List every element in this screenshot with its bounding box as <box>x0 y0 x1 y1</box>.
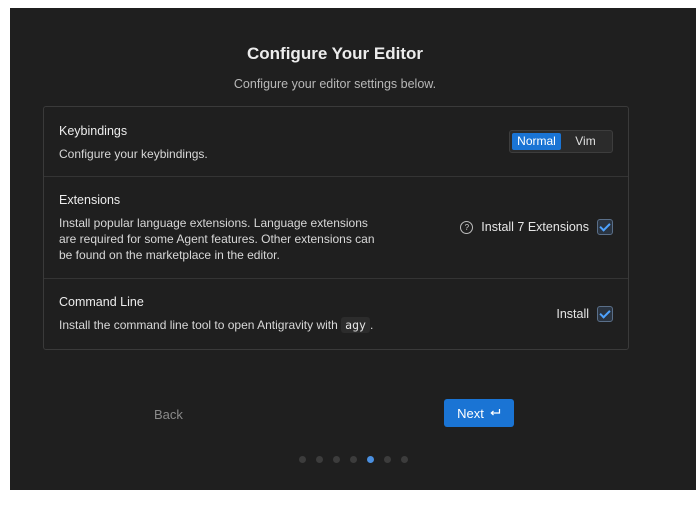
command-line-description-text: Install the command line tool to open An… <box>59 318 338 332</box>
extensions-title: Extensions <box>59 193 121 207</box>
next-button[interactable]: Next <box>444 399 514 427</box>
extensions-description-line: be found on the marketplace in the edito… <box>59 248 280 262</box>
command-line-checkbox-label: Install <box>556 307 589 321</box>
back-button[interactable]: Back <box>154 407 183 422</box>
extensions-description: Install popular language extensions. Lan… <box>59 215 375 263</box>
command-line-description-suffix: . <box>369 318 374 332</box>
page-subtitle: Configure your editor settings below. <box>233 77 437 91</box>
next-button-label: Next <box>457 405 484 421</box>
step-dot <box>298 456 306 463</box>
command-line-install-option: Install <box>556 306 613 322</box>
settings-panel: Keybindings Configure your keybindings. … <box>43 106 629 350</box>
enter-icon <box>490 409 500 416</box>
setup-window: Configure Your Editor Configure your edi… <box>10 8 696 490</box>
extensions-description-line: Install popular language extensions. Lan… <box>59 216 368 230</box>
command-code: agy <box>341 317 370 333</box>
page-title: Configure Your Editor <box>247 44 423 63</box>
extensions-row: Extensions Install popular language exte… <box>44 177 628 279</box>
extensions-install-option: ? Install 7 Extensions <box>460 219 613 235</box>
command-line-description: Install the command line tool to open An… <box>59 317 373 333</box>
step-dot <box>349 456 357 463</box>
step-dot <box>315 456 323 463</box>
step-dot <box>332 456 340 463</box>
step-dot <box>366 456 374 463</box>
keybindings-row: Keybindings Configure your keybindings. … <box>44 107 628 177</box>
step-dot <box>400 456 408 463</box>
keybinding-option-vim[interactable]: Vim <box>561 133 610 150</box>
command-line-row: Command Line Install the command line to… <box>44 279 628 349</box>
extensions-checkbox[interactable] <box>597 219 613 235</box>
extensions-description-line: are required for some Agent features. Ot… <box>59 232 375 246</box>
keybindings-title: Keybindings <box>59 124 128 138</box>
command-line-checkbox[interactable] <box>597 306 613 322</box>
step-dot <box>383 456 391 463</box>
keybindings-toggle: Normal Vim <box>509 130 613 153</box>
question-circle-icon[interactable]: ? <box>460 220 474 234</box>
keybinding-option-normal[interactable]: Normal <box>512 133 561 150</box>
extensions-checkbox-label: Install 7 Extensions <box>481 220 589 234</box>
step-indicator <box>10 456 696 463</box>
keybindings-description: Configure your keybindings. <box>59 147 208 161</box>
command-line-title: Command Line <box>59 295 144 309</box>
